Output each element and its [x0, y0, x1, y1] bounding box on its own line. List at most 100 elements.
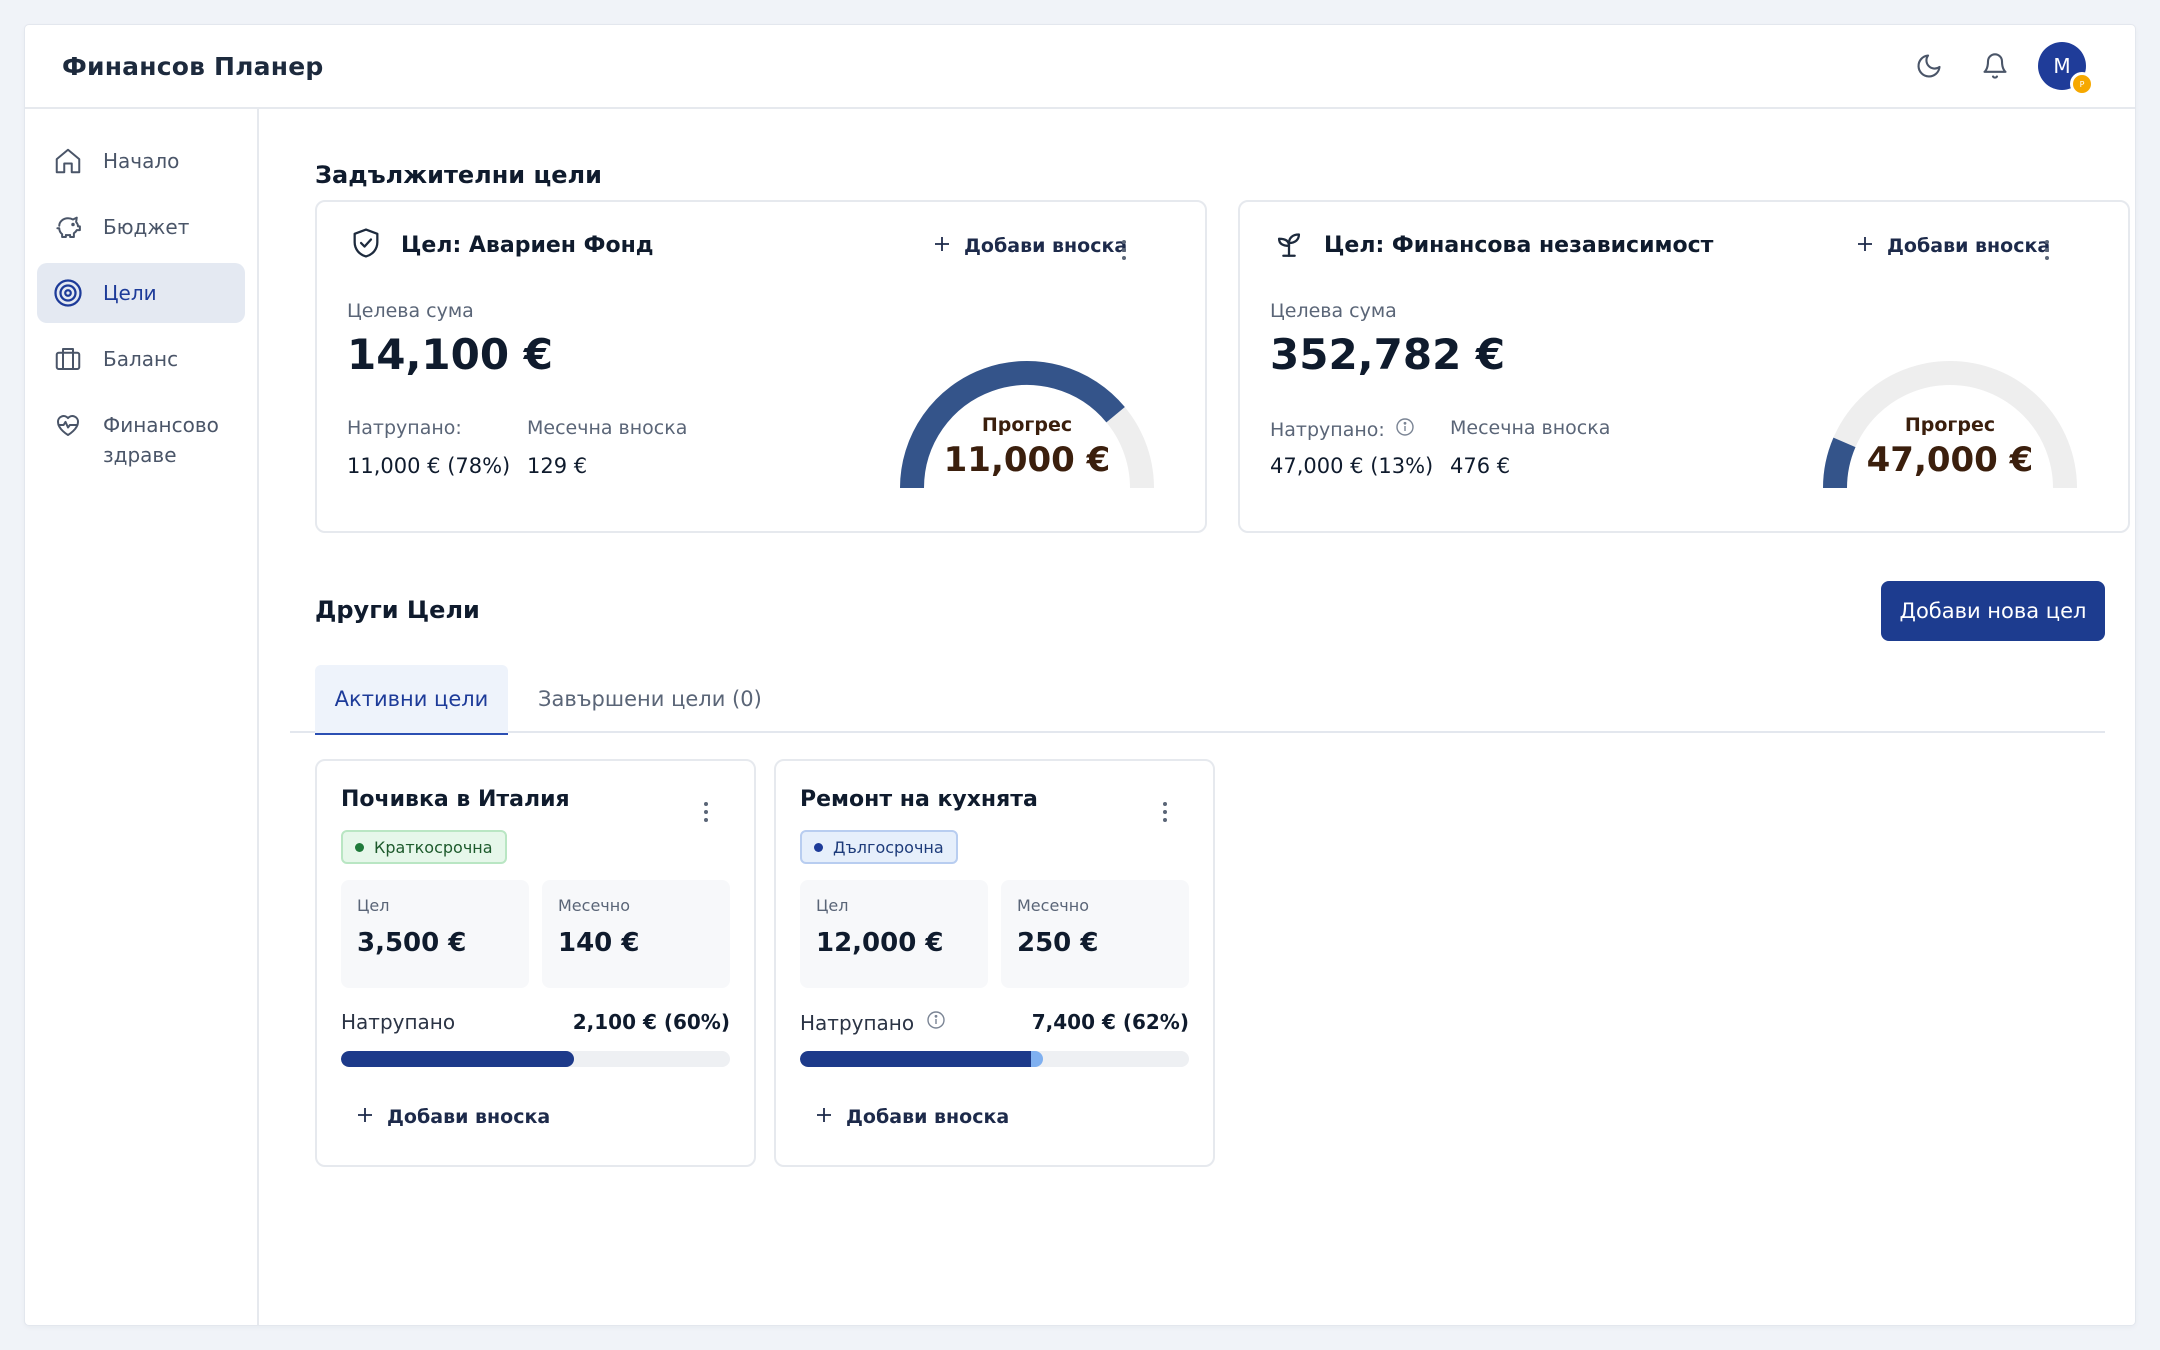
info-icon[interactable] — [926, 1010, 946, 1035]
sidebar-item-financial-health[interactable]: Финансово здраве — [37, 395, 245, 485]
tab-active-goals[interactable]: Активни цели — [315, 665, 508, 735]
goal-card-kitchen-renovation: Ремонт на кухнята Дългосрочна Цел 12,000… — [774, 759, 1215, 1167]
badge-label: Дългосрочна — [833, 837, 944, 857]
accumulated-label-row: Натрупано — [800, 1010, 946, 1035]
accumulated-value: 11,000 € (78%) — [347, 454, 511, 478]
progress-bar — [341, 1051, 730, 1067]
avatar-badge-text: P — [2079, 79, 2085, 89]
goal-card-financial-independence: Цел: Финансова независимост Добави вноск… — [1238, 200, 2130, 533]
add-contribution-label: Добави вноска — [846, 1106, 1010, 1128]
plus-icon — [1857, 235, 1873, 257]
accumulated-label-row: Натрупано — [341, 1010, 455, 1034]
goal-stat-box: Цел 3,500 € — [341, 880, 529, 988]
term-badge: Краткосрочна — [341, 830, 507, 864]
goal-card-header: Цел: Авариен Фонд — [349, 226, 654, 264]
progress-gauge: Прогрес 11,000 € — [897, 358, 1157, 498]
avatar-initial: M — [2053, 54, 2071, 78]
accumulated-value: 47,000 € (13%) — [1270, 454, 1434, 478]
target-amount-label: Целева сума — [347, 300, 474, 322]
add-contribution-label: Добави вноска — [387, 1106, 551, 1128]
monthly-contribution-label: Месечна вноска — [527, 417, 688, 439]
add-contribution-button[interactable]: Добави вноска — [1857, 235, 2050, 257]
sidebar-item-label: Цели — [103, 281, 157, 305]
badge-dot — [355, 842, 364, 852]
goal-title: Цел: Финансова независимост — [1324, 232, 1714, 258]
monthly-contribution-label: Месечна вноска — [1450, 417, 1611, 439]
accumulated-label: Натрупано — [800, 1010, 915, 1035]
bell-icon[interactable] — [1962, 33, 2028, 99]
sidebar-item-label: Бюджет — [103, 215, 190, 239]
gauge-value: 11,000 € — [943, 440, 1111, 480]
monthly-value: 140 € — [558, 928, 640, 958]
goal-stat-box: Цел 12,000 € — [800, 880, 988, 988]
sprout-icon — [1272, 226, 1306, 264]
more-vertical-icon[interactable] — [1153, 795, 1177, 829]
mandatory-goals-title: Задължителни цели — [315, 161, 602, 189]
sidebar-item-goals[interactable]: Цели — [37, 263, 245, 323]
badge-dot — [814, 842, 823, 852]
app-title: Финансов Планер — [62, 51, 324, 81]
add-contribution-label: Добави вноска — [964, 235, 1128, 257]
sidebar-item-label: Баланс — [103, 347, 179, 371]
main-content: Задължителни цели Цел: Авариен Фонд Доба… — [290, 109, 2130, 1325]
briefcase-icon — [53, 344, 83, 374]
target-icon — [53, 278, 83, 308]
monthly-stat-box: Месечно 140 € — [542, 880, 730, 988]
goal-value: 3,500 € — [357, 928, 467, 958]
target-amount: 352,782 € — [1270, 330, 1506, 379]
goal-tabs: Активни цели Завършени цели (0) — [290, 665, 2105, 735]
progress-bar — [800, 1051, 1189, 1067]
sidebar-item-home[interactable]: Начало — [37, 131, 245, 191]
goal-title: Цел: Авариен Фонд — [401, 232, 654, 258]
moon-icon[interactable] — [1896, 33, 1962, 99]
monthly-contribution-value: 476 € — [1450, 454, 1511, 478]
add-contribution-button[interactable]: Добави вноска — [816, 1106, 1009, 1128]
goal-card-header: Цел: Финансова независимост — [1272, 226, 1713, 264]
plus-icon — [357, 1106, 373, 1128]
accumulated-label: Натрупано — [341, 1010, 456, 1034]
more-vertical-icon[interactable] — [2035, 232, 2059, 268]
other-goals-title: Други Цели — [315, 596, 480, 624]
add-new-goal-button[interactable]: Добави нова цел — [1881, 581, 2105, 641]
goal-card-italy-vacation: Почивка в Италия Краткосрочна Цел 3,500 … — [315, 759, 756, 1167]
monthly-label: Месечно — [1017, 896, 1089, 915]
add-contribution-button[interactable]: Добави вноска — [934, 235, 1127, 257]
goal-title: Ремонт на кухнята — [800, 787, 1038, 812]
gauge-value: 47,000 € — [1866, 440, 2034, 480]
accumulated-value: 2,100 € (60%) — [572, 1010, 730, 1034]
term-badge: Дългосрочна — [800, 830, 958, 864]
avatar-badge: P — [2070, 72, 2094, 96]
progress-gauge: Прогрес 47,000 € — [1820, 358, 2080, 498]
info-icon[interactable] — [1395, 417, 1415, 442]
more-vertical-icon[interactable] — [1112, 232, 1136, 268]
plus-icon — [934, 235, 950, 257]
progress-bar-fill — [341, 1051, 575, 1067]
goal-label: Цел — [357, 896, 390, 915]
piggy-bank-icon — [53, 212, 83, 242]
more-vertical-icon[interactable] — [694, 795, 718, 829]
add-contribution-button[interactable]: Добави вноска — [357, 1106, 550, 1128]
sidebar-item-label: Начало — [103, 149, 180, 173]
tab-completed-goals[interactable]: Завършени цели (0) — [520, 665, 780, 733]
monthly-label: Месечно — [558, 896, 630, 915]
sidebar-item-balance[interactable]: Баланс — [37, 329, 245, 389]
sidebar-item-budget[interactable]: Бюджет — [37, 197, 245, 257]
progress-bar-fill — [800, 1051, 1042, 1067]
monthly-value: 250 € — [1017, 928, 1099, 958]
gauge-label: Прогрес — [1904, 414, 1996, 436]
accumulated-label-row: Натрупано: — [1270, 417, 1415, 442]
avatar[interactable]: M P — [2038, 42, 2094, 96]
accumulated-label: Натрупано: — [1270, 418, 1385, 441]
monthly-contribution-value: 129 € — [527, 454, 588, 478]
monthly-stat-box: Месечно 250 € — [1001, 880, 1189, 988]
progress-bar-highlight — [1031, 1051, 1044, 1067]
app-window: Финансов Планер M P Начало Бюджет Цели Б… — [25, 25, 2135, 1325]
goal-card-emergency-fund: Цел: Авариен Фонд Добави вноска Целева с… — [315, 200, 1207, 533]
header-actions: M P — [1896, 33, 2098, 99]
goal-label: Цел — [816, 896, 849, 915]
target-amount: 14,100 € — [347, 330, 553, 379]
badge-label: Краткосрочна — [374, 837, 493, 857]
goal-title: Почивка в Италия — [341, 787, 570, 812]
target-amount-label: Целева сума — [1270, 300, 1397, 322]
sidebar: Начало Бюджет Цели Баланс Финансово здра… — [25, 109, 259, 1325]
